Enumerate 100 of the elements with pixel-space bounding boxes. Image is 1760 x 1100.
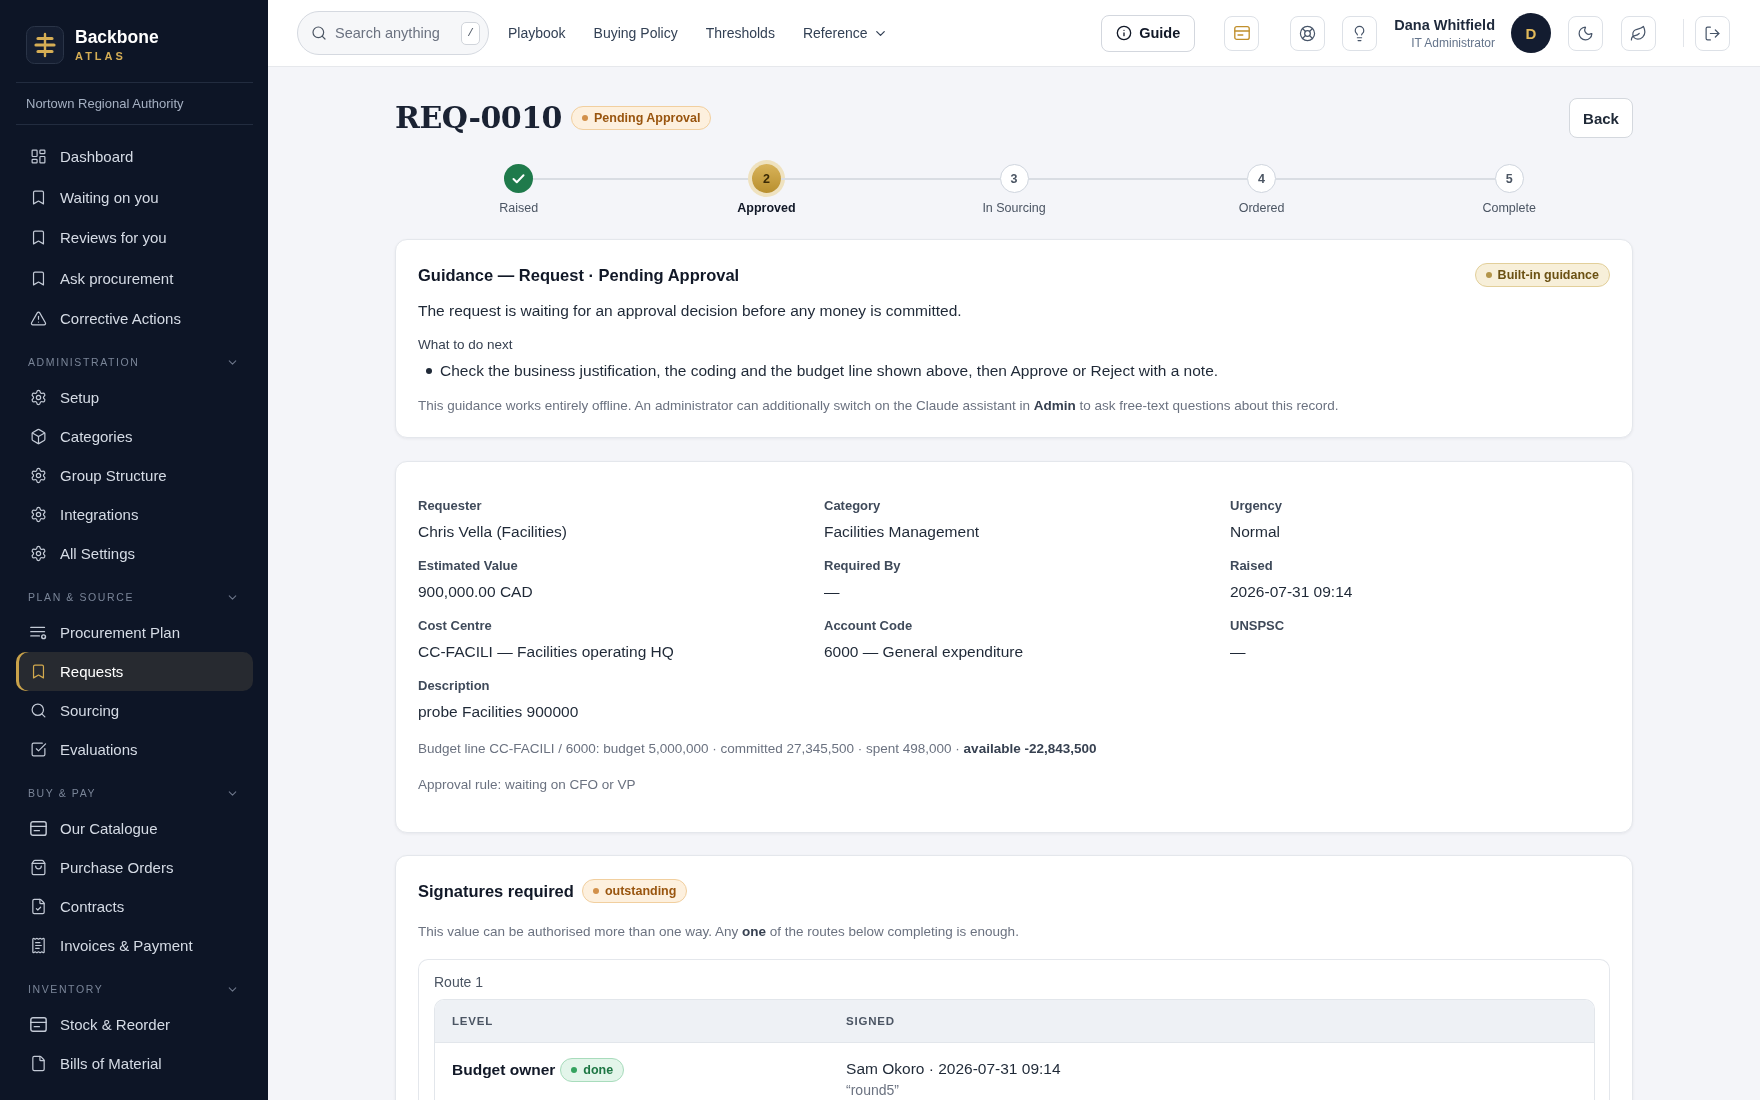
field-value: — bbox=[824, 582, 840, 602]
sidebar-item[interactable]: Setup bbox=[16, 378, 253, 417]
card-icon bbox=[1233, 25, 1250, 41]
field-value: 2026-07-31 09:14 bbox=[1230, 582, 1353, 602]
bullet-icon bbox=[426, 368, 432, 374]
brand-tagline: ATLAS bbox=[75, 49, 127, 63]
sidebar-item[interactable]: Stock & Reorder bbox=[16, 1005, 253, 1044]
badge-label: Built-in guidance bbox=[1497, 268, 1599, 282]
dot-icon bbox=[582, 115, 588, 121]
step-label: Raised bbox=[499, 201, 539, 216]
gear-icon bbox=[30, 389, 47, 406]
menu-link[interactable]: Reference bbox=[802, 25, 888, 41]
logo-icon bbox=[26, 26, 64, 64]
dot-icon bbox=[1485, 272, 1492, 278]
leaf-button[interactable] bbox=[1621, 15, 1656, 51]
back-button[interactable]: Back bbox=[1569, 98, 1633, 138]
logout-icon bbox=[1704, 24, 1721, 42]
help-button[interactable] bbox=[1290, 15, 1326, 51]
search-field[interactable]: Search anything bbox=[335, 21, 453, 45]
sidebar-item[interactable]: Categories bbox=[16, 417, 253, 456]
organisation-name: Nortown Regional Authority bbox=[26, 96, 184, 111]
dot-icon bbox=[592, 888, 599, 894]
sidebar-item[interactable]: Corrective Actions bbox=[16, 299, 253, 338]
sidebar-item[interactable]: Invoices & Payment bbox=[16, 926, 253, 965]
box-icon bbox=[30, 428, 47, 445]
sidebar-item[interactable]: Our Catalogue bbox=[16, 809, 253, 848]
guidance-summary: The request is waiting for an approval decision before any money is committed. bbox=[418, 301, 963, 321]
field-value: Facilities Management bbox=[824, 522, 980, 542]
leaf-icon bbox=[1630, 24, 1647, 42]
field-value: Chris Vella (Facilities) bbox=[418, 522, 567, 542]
moon-icon bbox=[1577, 24, 1594, 42]
bookmark-icon bbox=[30, 269, 47, 287]
section-toggle[interactable]: PLAN & SOURCE bbox=[16, 590, 253, 604]
tips-button[interactable] bbox=[1342, 15, 1378, 51]
field-value: — bbox=[1230, 642, 1246, 662]
avatar[interactable]: D bbox=[1511, 13, 1551, 53]
card-button[interactable] bbox=[1224, 15, 1260, 51]
search-icon bbox=[30, 702, 47, 719]
section-toggle[interactable]: INVENTORY bbox=[16, 982, 253, 996]
list-icon bbox=[30, 624, 47, 641]
warning-icon bbox=[30, 310, 47, 327]
guidance-note: This guidance works entirely offline. An administrator can additionally switch on the Claude assistant in Admin to ask free-text questions about this record. bbox=[418, 397, 1340, 415]
sidebar-item[interactable]: Ask procurement bbox=[16, 258, 253, 298]
gear-icon bbox=[30, 467, 47, 484]
sidebar-item[interactable]: Reviews for you bbox=[16, 218, 253, 257]
section-toggle[interactable]: ADMINISTRATION bbox=[16, 355, 253, 369]
step-label: Approved bbox=[737, 201, 796, 216]
sidebar-item[interactable]: Sourcing bbox=[16, 691, 253, 730]
field-label: UNSPSC bbox=[1230, 617, 1285, 635]
budget-line: Budget line CC-FACILI / 6000: budget 5,000,000 · committed 27,345,500 · spent 498,000 · available -22,843,500 bbox=[418, 740, 1098, 758]
signer-text: Sam Okoro · 2026-07-31 09:14 bbox=[846, 1058, 1062, 1079]
user-name: Dana Whitfield bbox=[1394, 16, 1495, 33]
nav-link[interactable]: Thresholds bbox=[705, 25, 775, 41]
sidebar-item[interactable]: Dashboard bbox=[16, 137, 253, 176]
signature-comment: “round5” bbox=[846, 1080, 900, 1099]
bookmark-icon bbox=[30, 229, 47, 246]
sidebar-item[interactable]: All Settings bbox=[16, 534, 253, 573]
field-value: Normal bbox=[1230, 522, 1280, 542]
step-label: Complete bbox=[1482, 201, 1536, 216]
nav-link[interactable]: Buying Policy bbox=[593, 25, 678, 41]
sidebar-item[interactable]: Purchase Orders bbox=[16, 848, 253, 887]
bookmark-icon bbox=[30, 188, 47, 206]
field-value: 900,000.00 CAD bbox=[418, 582, 533, 602]
badge-label: done bbox=[583, 1062, 614, 1077]
dashboard-icon bbox=[30, 148, 47, 165]
section-toggle[interactable]: BUY & PAY bbox=[16, 786, 253, 800]
step-number: 4 bbox=[1247, 164, 1277, 193]
sidebar-item[interactable]: Bills of Material bbox=[16, 1044, 253, 1083]
sidebar-item[interactable]: Waiting on you bbox=[16, 177, 253, 217]
search-bar[interactable]: Search anything / bbox=[297, 11, 489, 55]
user-role: IT Administrator bbox=[1411, 35, 1495, 50]
brand-name: Backbone bbox=[75, 27, 159, 47]
card-icon bbox=[30, 820, 47, 837]
guide-button[interactable]: Guide bbox=[1101, 14, 1196, 52]
badge-label: outstanding bbox=[604, 884, 677, 898]
sidebar-item[interactable]: Procurement Plan bbox=[16, 613, 253, 652]
field-value: CC-FACILI — Facilities operating HQ bbox=[418, 642, 674, 662]
file-check-icon bbox=[30, 898, 47, 915]
approval-rule: Approval rule: waiting on CFO or VP bbox=[418, 776, 637, 794]
badge-label: Pending Approval bbox=[594, 111, 701, 125]
info-icon bbox=[1116, 25, 1133, 41]
theme-button[interactable] bbox=[1568, 15, 1603, 51]
sidebar-item[interactable]: Contracts bbox=[16, 887, 253, 926]
receipt-icon bbox=[30, 937, 47, 954]
lifebuoy-icon bbox=[1299, 24, 1317, 42]
field-value: 6000 — General expenditure bbox=[824, 642, 1024, 662]
field-label: Estimated Value bbox=[418, 557, 518, 575]
section-heading: What to do next bbox=[418, 336, 514, 354]
field-label: Account Code bbox=[824, 617, 913, 635]
sidebar-item[interactable]: Group Structure bbox=[16, 456, 253, 495]
sidebar-item[interactable]: Evaluations bbox=[16, 730, 253, 769]
bag-icon bbox=[30, 859, 47, 876]
route-name: Route 1 bbox=[434, 973, 485, 991]
file-icon bbox=[30, 1055, 47, 1072]
nav-link[interactable]: Playbook bbox=[508, 25, 566, 41]
logout-button[interactable] bbox=[1695, 15, 1730, 51]
gear-icon bbox=[30, 545, 47, 562]
sidebar-item[interactable]: Requests bbox=[16, 652, 253, 691]
step-number: 3 bbox=[999, 164, 1029, 193]
sidebar-item[interactable]: Integrations bbox=[16, 495, 253, 534]
